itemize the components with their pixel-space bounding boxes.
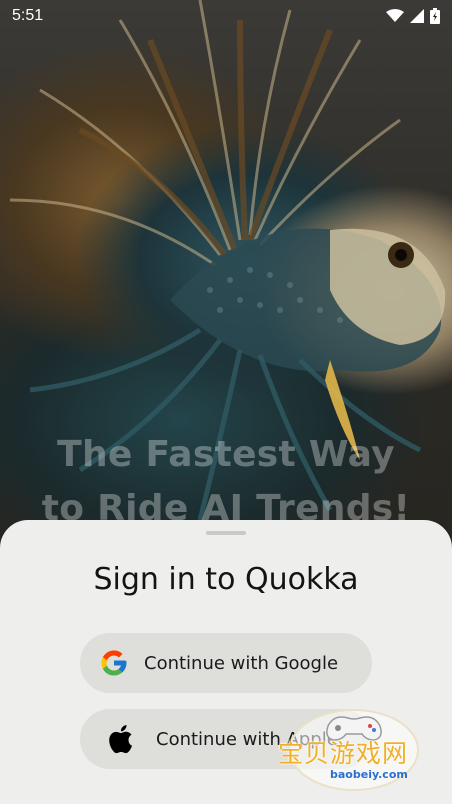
signal-icon: [410, 9, 424, 23]
status-bar: 5:51: [0, 0, 452, 32]
status-time: 5:51: [12, 7, 44, 24]
battery-icon: [430, 8, 440, 24]
apple-icon: [104, 723, 136, 755]
site-watermark: 宝贝游戏网 baobeiy.com: [276, 704, 426, 796]
continue-with-google-button[interactable]: Continue with Google: [80, 633, 372, 693]
watermark-url: baobeiy.com: [330, 768, 408, 781]
wifi-icon: [386, 9, 404, 22]
sheet-title: Sign in to Quokka: [93, 562, 359, 597]
sheet-drag-handle[interactable]: [206, 531, 246, 535]
watermark-text: 宝贝游戏网: [278, 739, 409, 768]
google-icon: [98, 647, 130, 679]
google-button-label: Continue with Google: [144, 652, 339, 674]
status-icons: [386, 8, 440, 24]
headline-line-1: The Fastest Way: [57, 434, 395, 475]
